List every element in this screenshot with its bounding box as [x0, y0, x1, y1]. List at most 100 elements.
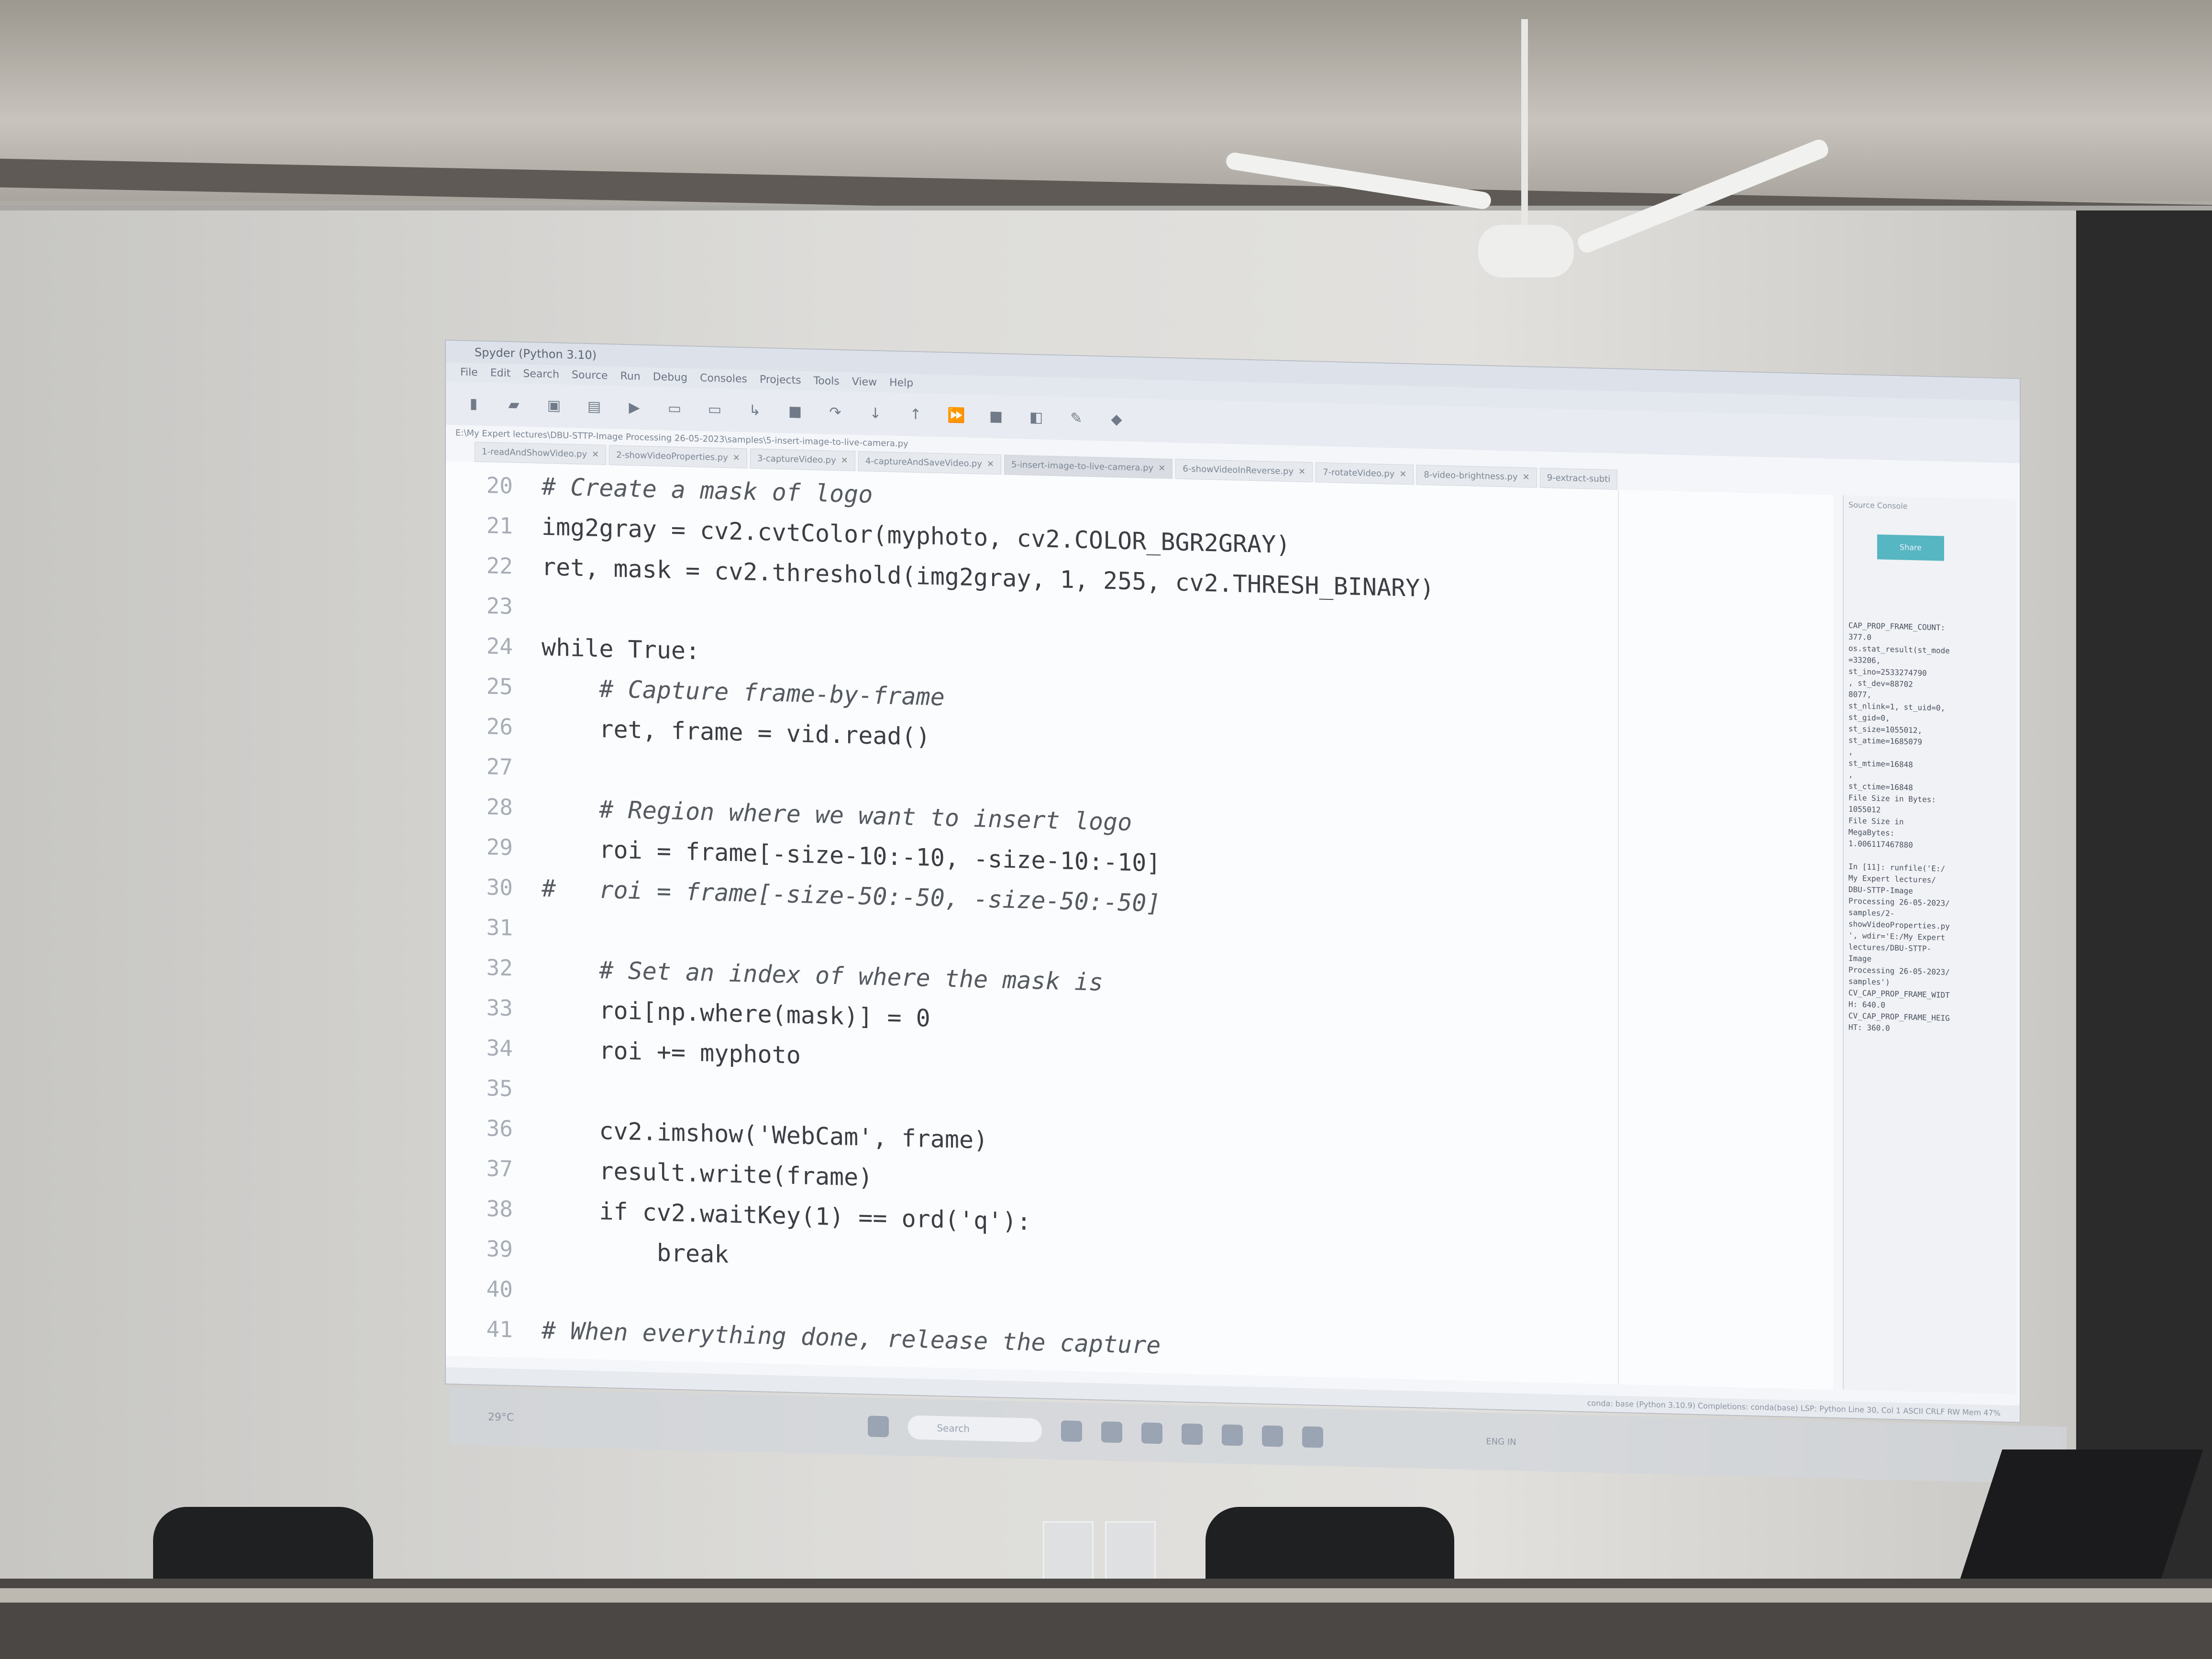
app-icon[interactable]: [1262, 1425, 1283, 1447]
tab-file[interactable]: 6-showVideoInReverse.py ✕: [1175, 459, 1313, 483]
step-into-icon[interactable]: ↓: [867, 405, 884, 423]
tab-label: 2-showVideoProperties.py: [616, 450, 728, 463]
line-number: 34: [486, 1035, 513, 1062]
line-number: 39: [486, 1236, 513, 1262]
run-cell-icon[interactable]: ▭: [666, 400, 683, 418]
language-indicator[interactable]: ENG IN: [1486, 1436, 1516, 1447]
code-text: break: [542, 1236, 729, 1269]
menu-search[interactable]: Search: [523, 365, 559, 385]
menu-view[interactable]: View: [852, 373, 877, 392]
menu-debug[interactable]: Debug: [653, 368, 687, 388]
save-icon[interactable]: ▣: [545, 397, 563, 415]
step-return-icon[interactable]: ↑: [907, 406, 924, 424]
code-comment: # Create a mask of logo: [542, 472, 873, 509]
menu-run[interactable]: Run: [620, 367, 641, 387]
side-pane-header: Source Console: [1848, 500, 1908, 511]
tab-label: 8-video-brightness.py: [1424, 469, 1518, 482]
line-number: 23: [486, 593, 513, 619]
close-icon[interactable]: ✕: [733, 453, 740, 463]
fan-rod: [1521, 19, 1528, 244]
maximize-pane-icon[interactable]: ◧: [1028, 409, 1045, 427]
start-icon[interactable]: [868, 1416, 889, 1438]
share-button[interactable]: Share: [1877, 534, 1944, 561]
screen-frame: [2076, 210, 2212, 1598]
file-explorer-icon[interactable]: [1101, 1421, 1123, 1443]
line-number: 32: [486, 954, 513, 981]
ipython-console-output: CAP_PROP_FRAME_COUNT: 377.0 os.stat_resu…: [1848, 620, 1950, 1033]
line-number: 21: [486, 512, 513, 539]
step-over-icon[interactable]: ↷: [827, 404, 844, 421]
save-all-icon[interactable]: ▤: [586, 398, 603, 416]
tab-label: 4-captureAndSaveVideo.py: [865, 456, 982, 469]
line-number: 26: [486, 713, 513, 740]
stop-icon[interactable]: ■: [987, 408, 1005, 426]
code-text: while True:: [542, 633, 700, 665]
tab-label: 9-extract-subti: [1547, 473, 1611, 485]
browser-icon[interactable]: [1061, 1420, 1083, 1442]
line-number: 40: [486, 1276, 513, 1303]
spyder-icon[interactable]: [1302, 1426, 1324, 1448]
close-icon[interactable]: ✕: [841, 455, 848, 465]
code-text: result.write(frame): [542, 1155, 873, 1192]
line-number: 28: [486, 794, 513, 820]
tab-file[interactable]: 7-rotateVideo.py ✕: [1316, 462, 1414, 485]
debug-icon[interactable]: ■: [786, 403, 804, 420]
close-icon[interactable]: ✕: [1523, 472, 1530, 482]
code-comment: # Capture frame-by-frame: [542, 673, 945, 711]
preferences-wrench-icon[interactable]: ✎: [1068, 410, 1085, 428]
tab-file[interactable]: 9-extract-subti: [1539, 467, 1618, 490]
line-number: 29: [486, 834, 513, 861]
line-number: 33: [486, 995, 513, 1021]
close-icon[interactable]: ✕: [1399, 469, 1406, 479]
close-icon[interactable]: ✕: [592, 449, 599, 459]
line-number: 35: [486, 1075, 513, 1102]
code-text: roi[np.where(mask)] = 0: [542, 995, 930, 1032]
menu-help[interactable]: Help: [889, 374, 913, 393]
code-editor[interactable]: 20 # Create a mask of logo 21 img2gray = cv…: [446, 461, 1833, 1390]
line-number: 22: [486, 553, 513, 579]
app-icon[interactable]: [1141, 1422, 1163, 1444]
run-icon[interactable]: ▶: [626, 399, 643, 417]
tab-file[interactable]: 4-captureAndSaveVideo.py ✕: [858, 451, 1002, 475]
python-path-icon[interactable]: ◆: [1108, 411, 1125, 429]
menu-source[interactable]: Source: [572, 365, 608, 386]
line-number: 41: [486, 1316, 513, 1343]
tab-label: 1-readAndShowVideo.py: [482, 446, 587, 460]
close-icon[interactable]: ✕: [987, 459, 994, 469]
menu-tools[interactable]: Tools: [814, 372, 840, 391]
desk-top: [0, 1588, 2212, 1603]
continue-icon[interactable]: ⏩: [947, 407, 965, 425]
mail-icon[interactable]: [1182, 1423, 1203, 1445]
line-number: 27: [486, 753, 513, 780]
tab-label: 3-captureVideo.py: [757, 453, 836, 465]
run-selection-icon[interactable]: ↳: [746, 402, 763, 420]
tab-file[interactable]: 1-readAndShowVideo.py ✕: [475, 442, 607, 465]
line-number: 36: [486, 1115, 513, 1142]
tab-file[interactable]: 3-captureVideo.py ✕: [750, 448, 855, 471]
line-number: 30: [486, 874, 513, 901]
new-file-icon[interactable]: ▮: [465, 395, 482, 413]
fan-hub: [1478, 225, 1574, 277]
app-icon[interactable]: [1222, 1424, 1243, 1446]
close-icon[interactable]: ✕: [1158, 463, 1165, 473]
menu-edit[interactable]: Edit: [490, 364, 511, 383]
menu-projects[interactable]: Projects: [760, 370, 801, 390]
line-number: 37: [486, 1155, 513, 1182]
code-text: cv2.imshow('WebCam', frame): [542, 1115, 988, 1154]
line-number: 31: [486, 914, 513, 941]
tab-file[interactable]: 2-showVideoProperties.py ✕: [609, 445, 747, 469]
menu-consoles[interactable]: Consoles: [700, 369, 747, 389]
code-text: if cv2.waitKey(1) == ord('q'):: [542, 1195, 1031, 1236]
tab-label: 5-insert-image-to-live-camera.py: [1011, 459, 1154, 474]
side-pane: Source Console Share CAP_PROP_FRAME_COUN…: [1843, 495, 2016, 1394]
weather-widget[interactable]: 29°C: [488, 1411, 514, 1423]
open-folder-icon[interactable]: ▰: [505, 396, 522, 414]
close-icon[interactable]: ✕: [1298, 467, 1305, 477]
menu-file[interactable]: File: [460, 363, 478, 383]
taskbar-search[interactable]: Search: [908, 1415, 1042, 1443]
code-text: ret, frame = vid.read(): [542, 713, 930, 751]
spyder-window: Spyder (Python 3.10) File Edit Search So…: [446, 341, 2020, 1422]
tab-file[interactable]: 8-video-brightness.py ✕: [1416, 465, 1537, 488]
run-cell-advance-icon[interactable]: ▭: [706, 401, 723, 419]
line-number: 24: [486, 633, 513, 660]
